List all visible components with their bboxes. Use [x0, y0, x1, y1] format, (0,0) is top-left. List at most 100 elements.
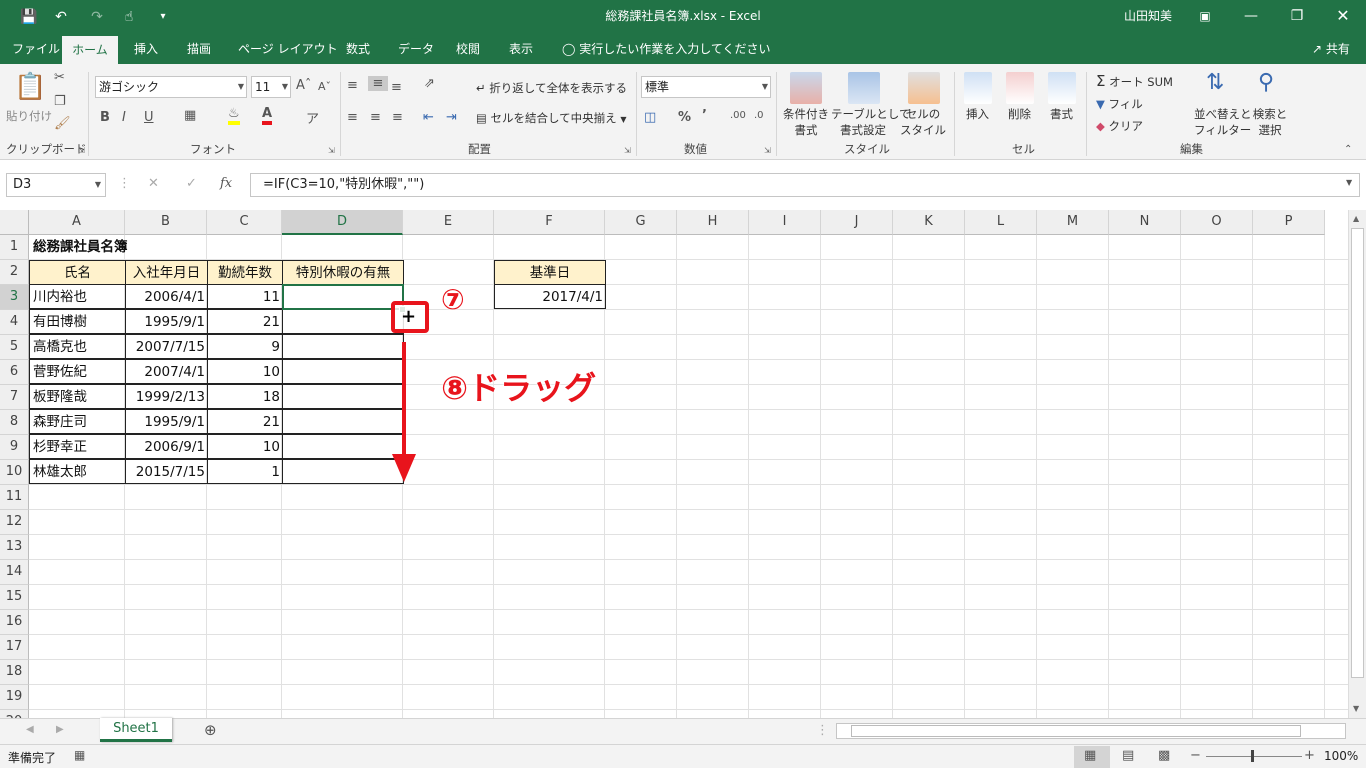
merge-center-button[interactable]: ▤ セルを結合して中央揃え ▼	[476, 110, 627, 126]
tab-formulas[interactable]: 数式	[334, 34, 382, 64]
date-cell[interactable]: 2007/4/1	[125, 359, 208, 384]
name-cell[interactable]: 林雄太郎	[29, 459, 126, 484]
column-header-p[interactable]: P	[1253, 210, 1325, 235]
scroll-thumb[interactable]	[1351, 228, 1364, 678]
vertical-scrollbar[interactable]: ▲ ▼	[1348, 210, 1366, 718]
row-header-12[interactable]: 12	[0, 510, 29, 535]
leave-cell[interactable]	[282, 384, 404, 409]
date-cell[interactable]: 1995/9/1	[125, 309, 208, 334]
delete-cells-button[interactable]: 削除	[1008, 106, 1031, 122]
sheet-title-cell[interactable]: 総務課社員名簿	[30, 235, 230, 260]
column-header-a[interactable]: A	[29, 210, 125, 235]
prev-sheet-icon[interactable]: ◀	[26, 724, 34, 735]
enter-icon[interactable]: ✓	[186, 176, 197, 191]
next-sheet-icon[interactable]: ▶	[56, 724, 64, 735]
row-header-17[interactable]: 17	[0, 635, 29, 660]
collapse-ribbon-icon[interactable]: ⌃	[1344, 144, 1352, 155]
share-button[interactable]: ↗ 共有	[1300, 34, 1362, 64]
autosum-button[interactable]: Σ オート SUM	[1096, 72, 1173, 90]
row-header-14[interactable]: 14	[0, 560, 29, 585]
zoom-in-icon[interactable]: +	[1304, 748, 1315, 763]
row-header-11[interactable]: 11	[0, 485, 29, 510]
horizontal-scrollbar[interactable]	[836, 723, 1346, 739]
column-header-f[interactable]: F	[494, 210, 605, 235]
name-box[interactable]: D3 ▼	[6, 173, 106, 197]
copy-icon[interactable]: ❐	[54, 94, 66, 109]
cancel-icon[interactable]: ✕	[148, 176, 159, 191]
tab-draw[interactable]: 描画	[175, 34, 223, 64]
header-date-cell[interactable]: 入社年月日	[125, 260, 208, 285]
delete-cells-icon[interactable]	[1006, 72, 1034, 104]
cell-styles-button[interactable]: セルの スタイル	[898, 106, 948, 138]
column-header-i[interactable]: I	[749, 210, 821, 235]
font-launcher-icon[interactable]: ⇲	[328, 146, 335, 155]
font-name-combo[interactable]: 游ゴシック ▼	[95, 76, 247, 98]
row-header-6[interactable]: 6	[0, 360, 29, 385]
format-cells-icon[interactable]	[1048, 72, 1076, 104]
conditional-format-button[interactable]: 条件付き 書式	[782, 106, 830, 138]
percent-icon[interactable]: %	[678, 110, 691, 125]
ref-date-value-cell[interactable]: 2017/4/1	[494, 284, 606, 309]
zoom-slider-thumb[interactable]	[1251, 750, 1254, 762]
comma-icon[interactable]: ’	[702, 108, 707, 123]
years-cell[interactable]: 9	[207, 334, 283, 359]
active-cell-d3[interactable]	[282, 284, 404, 310]
fill-button[interactable]: ▼ フィル	[1096, 96, 1143, 112]
wrap-text-button[interactable]: ↵ 折り返して全体を表示する	[476, 80, 627, 96]
align-middle-icon[interactable]: ≡	[368, 76, 388, 91]
grow-font-icon[interactable]: Aˆ	[296, 78, 311, 93]
page-break-view-icon[interactable]: ▩	[1158, 748, 1170, 763]
tab-data[interactable]: データ	[386, 34, 446, 64]
italic-button[interactable]: I	[122, 110, 126, 125]
bold-button[interactable]: B	[100, 110, 110, 125]
name-cell[interactable]: 森野庄司	[29, 409, 126, 434]
tab-review[interactable]: 校閲	[444, 34, 492, 64]
name-cell[interactable]: 川内裕也	[29, 284, 126, 309]
tab-home[interactable]: ホーム	[62, 36, 118, 64]
years-cell[interactable]: 21	[207, 309, 283, 334]
scroll-down-icon[interactable]: ▼	[1353, 704, 1359, 713]
leave-cell[interactable]	[282, 359, 404, 384]
insert-cells-button[interactable]: 挿入	[966, 106, 989, 122]
row-header-18[interactable]: 18	[0, 660, 29, 685]
years-cell[interactable]: 10	[207, 434, 283, 459]
increase-indent-icon[interactable]: ⇥	[446, 110, 457, 125]
underline-button[interactable]: U	[144, 110, 154, 125]
column-header-e[interactable]: E	[403, 210, 494, 235]
sort-filter-button[interactable]: 並べ替えと フィルター	[1194, 106, 1252, 138]
format-cells-button[interactable]: 書式	[1050, 106, 1073, 122]
clear-button[interactable]: ◆ クリア	[1096, 118, 1143, 134]
row-header-10[interactable]: 10	[0, 460, 29, 485]
zoom-level[interactable]: 100%	[1324, 749, 1358, 763]
row-header-20[interactable]: 20	[0, 710, 29, 718]
expand-formula-icon[interactable]: ▼	[1346, 178, 1352, 187]
hscroll-thumb[interactable]	[851, 725, 1301, 737]
row-header-19[interactable]: 19	[0, 685, 29, 710]
user-name[interactable]: 山田知美	[1124, 0, 1172, 34]
column-header-g[interactable]: G	[605, 210, 677, 235]
align-center-icon[interactable]: ≡	[370, 110, 381, 125]
font-size-combo[interactable]: 11 ▼	[251, 76, 291, 98]
years-cell[interactable]: 10	[207, 359, 283, 384]
name-cell[interactable]: 有田博樹	[29, 309, 126, 334]
ribbon-display-icon[interactable]: ▣	[1182, 0, 1228, 32]
column-header-c[interactable]: C	[207, 210, 282, 235]
close-icon[interactable]: ✕	[1320, 0, 1366, 32]
row-header-5[interactable]: 5	[0, 335, 29, 360]
row-header-2[interactable]: 2	[0, 260, 29, 285]
header-leave-cell[interactable]: 特別休暇の有無	[282, 260, 404, 285]
row-header-1[interactable]: 1	[0, 235, 29, 260]
macro-record-icon[interactable]: ▦	[74, 748, 85, 762]
format-as-table-icon[interactable]	[848, 72, 880, 104]
cut-icon[interactable]: ✂	[54, 70, 65, 85]
row-header-7[interactable]: 7	[0, 385, 29, 410]
years-cell[interactable]: 1	[207, 459, 283, 484]
number-launcher-icon[interactable]: ⇲	[764, 146, 771, 155]
column-header-o[interactable]: O	[1181, 210, 1253, 235]
date-cell[interactable]: 1999/2/13	[125, 384, 208, 409]
leave-cell[interactable]	[282, 459, 404, 484]
accounting-icon[interactable]: ◫	[644, 110, 656, 125]
insert-function-icon[interactable]: fx	[220, 176, 232, 191]
tell-me-box[interactable]: ◯ 実行したい作業を入力してください	[550, 34, 783, 64]
name-cell[interactable]: 板野隆哉	[29, 384, 126, 409]
